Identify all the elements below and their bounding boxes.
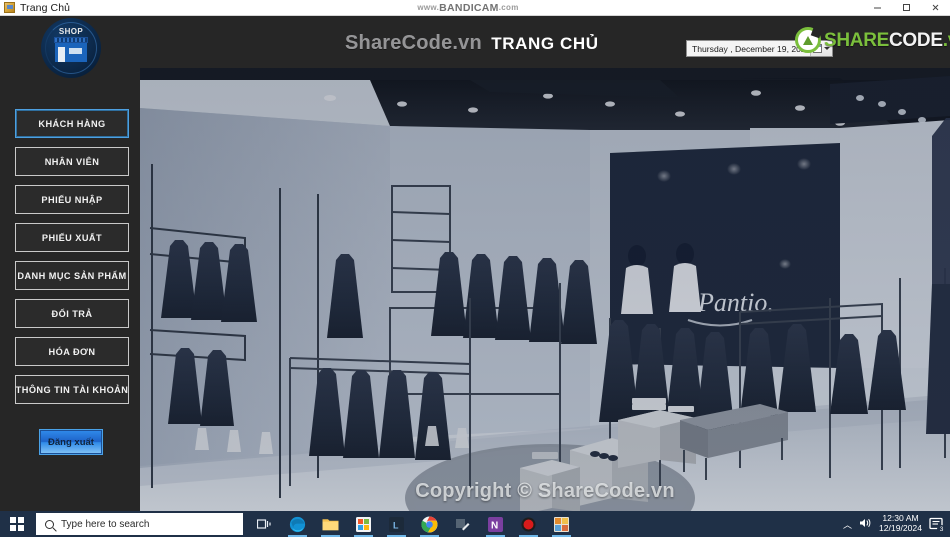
- sharecode-mark-icon: [795, 27, 821, 53]
- lightroom-icon[interactable]: L: [380, 511, 413, 537]
- sidebar-item-hoa-don[interactable]: HÓA ĐƠN: [15, 337, 129, 366]
- clock[interactable]: 12:30 AM 12/19/2024: [879, 514, 922, 533]
- shop-logo-icon: SHOP: [41, 18, 101, 78]
- sidebar-item-label: KHÁCH HÀNG: [38, 118, 106, 129]
- show-hidden-icons-icon[interactable]: ︿: [843, 518, 852, 531]
- windows-logo-icon: [10, 517, 24, 531]
- recorder-icon[interactable]: [512, 511, 545, 537]
- date-picker-value: Thursday , December 19, 2024: [692, 43, 811, 54]
- close-button[interactable]: [921, 0, 950, 16]
- store-interior-photo: Pantio.: [140, 68, 950, 511]
- search-placeholder: Type here to search: [61, 518, 150, 530]
- bandicam-prefix: www.: [417, 3, 440, 12]
- bandicam-watermark: www. BANDICAM .com: [392, 1, 544, 14]
- sql-tool-icon[interactable]: [446, 511, 479, 537]
- logout-label: Đăng xuất: [48, 436, 94, 448]
- search-input[interactable]: Type here to search: [36, 513, 243, 535]
- sidebar: SHOP KHÁCH HÀNG NHÂN VIÊN PHIẾU NHẬP PHI…: [0, 16, 140, 511]
- form-window-icon: [4, 2, 15, 13]
- restore-button[interactable]: [892, 0, 921, 16]
- task-view-icon[interactable]: [248, 511, 281, 537]
- volume-icon[interactable]: [859, 517, 872, 532]
- notification-center-icon[interactable]: 3: [929, 517, 946, 534]
- svg-text:L: L: [393, 520, 399, 530]
- sidebar-item-label: ĐỔI TRẢ: [51, 308, 93, 319]
- sidebar-item-khach-hang[interactable]: KHÁCH HÀNG: [15, 109, 129, 138]
- logout-container: Đăng xuất: [40, 430, 102, 454]
- sidebar-item-phieu-xuat[interactable]: PHIẾU XUẤT: [15, 223, 129, 252]
- brand-code: CODE: [889, 29, 943, 51]
- window-controls: [863, 0, 950, 16]
- logout-button[interactable]: Đăng xuất: [40, 430, 102, 454]
- file-explorer-icon[interactable]: [314, 511, 347, 537]
- svg-text:N: N: [491, 520, 498, 531]
- minimize-button[interactable]: [863, 0, 892, 16]
- application-window: Trang Chủ www. BANDICAM .com SHOP KHÁCH …: [0, 0, 950, 537]
- microsoft-store-icon[interactable]: [347, 511, 380, 537]
- taskbar-apps: L N: [248, 511, 578, 537]
- sidebar-item-danh-muc-san-pham[interactable]: DANH MỤC SẢN PHẨM: [15, 261, 129, 290]
- start-button[interactable]: [0, 511, 34, 537]
- sidebar-item-label: HÓA ĐƠN: [48, 346, 96, 357]
- clock-date: 12/19/2024: [878, 523, 922, 533]
- sidebar-item-label: PHIẾU NHẬP: [41, 194, 103, 205]
- brand-share: SHARE: [824, 29, 890, 51]
- shop-logo-word: SHOP: [58, 27, 84, 36]
- notification-badge: 3: [937, 525, 946, 534]
- visual-studio-icon[interactable]: [545, 511, 578, 537]
- system-tray: ︿ 12:30 AM 12/19/2024 3: [843, 511, 950, 537]
- windows-taskbar: Type here to search L N ︿ 12:30 AM 12/19…: [0, 511, 950, 537]
- sidebar-item-label: PHIẾU XUẤT: [41, 232, 103, 243]
- sharecode-wordmark: SHARECODE.vn: [824, 31, 950, 50]
- search-icon: [45, 519, 54, 529]
- chrome-icon[interactable]: [413, 511, 446, 537]
- sidebar-item-label: THÔNG TIN TÀI KHOẢN: [15, 384, 129, 395]
- bandicam-main: BANDICAM: [439, 1, 499, 14]
- store-photo-svg: Pantio.: [140, 68, 950, 511]
- onenote-icon[interactable]: N: [479, 511, 512, 537]
- sidebar-item-phieu-nhap[interactable]: PHIẾU NHẬP: [15, 185, 129, 214]
- sidebar-item-label: DANH MỤC SẢN PHẨM: [17, 270, 127, 281]
- sidebar-item-label: NHÂN VIÊN: [44, 156, 100, 167]
- app-body: SHOP KHÁCH HÀNG NHÂN VIÊN PHIẾU NHẬP PHI…: [0, 16, 950, 511]
- logo-door: [58, 47, 65, 62]
- leaf-shape: [803, 35, 813, 45]
- header-bar: TRANG CHỦ ShareCode.vn Thursday , Decemb…: [140, 16, 950, 68]
- sharecode-logo: SHARECODE.vn: [795, 27, 950, 53]
- sidebar-item-nhan-vien[interactable]: NHÂN VIÊN: [15, 147, 129, 176]
- edge-icon[interactable]: [281, 511, 314, 537]
- bandicam-suffix: .com: [498, 3, 519, 12]
- sidebar-item-thong-tin-tai-khoan[interactable]: THÔNG TIN TÀI KHOẢN: [15, 375, 129, 404]
- brand-tld: .vn: [942, 29, 950, 51]
- window-title: Trang Chủ: [20, 1, 71, 14]
- sidebar-item-doi-tra[interactable]: ĐỔI TRẢ: [15, 299, 129, 328]
- logo-window: [69, 48, 82, 54]
- sidebar-menu: KHÁCH HÀNG NHÂN VIÊN PHIẾU NHẬP PHIẾU XU…: [15, 109, 129, 413]
